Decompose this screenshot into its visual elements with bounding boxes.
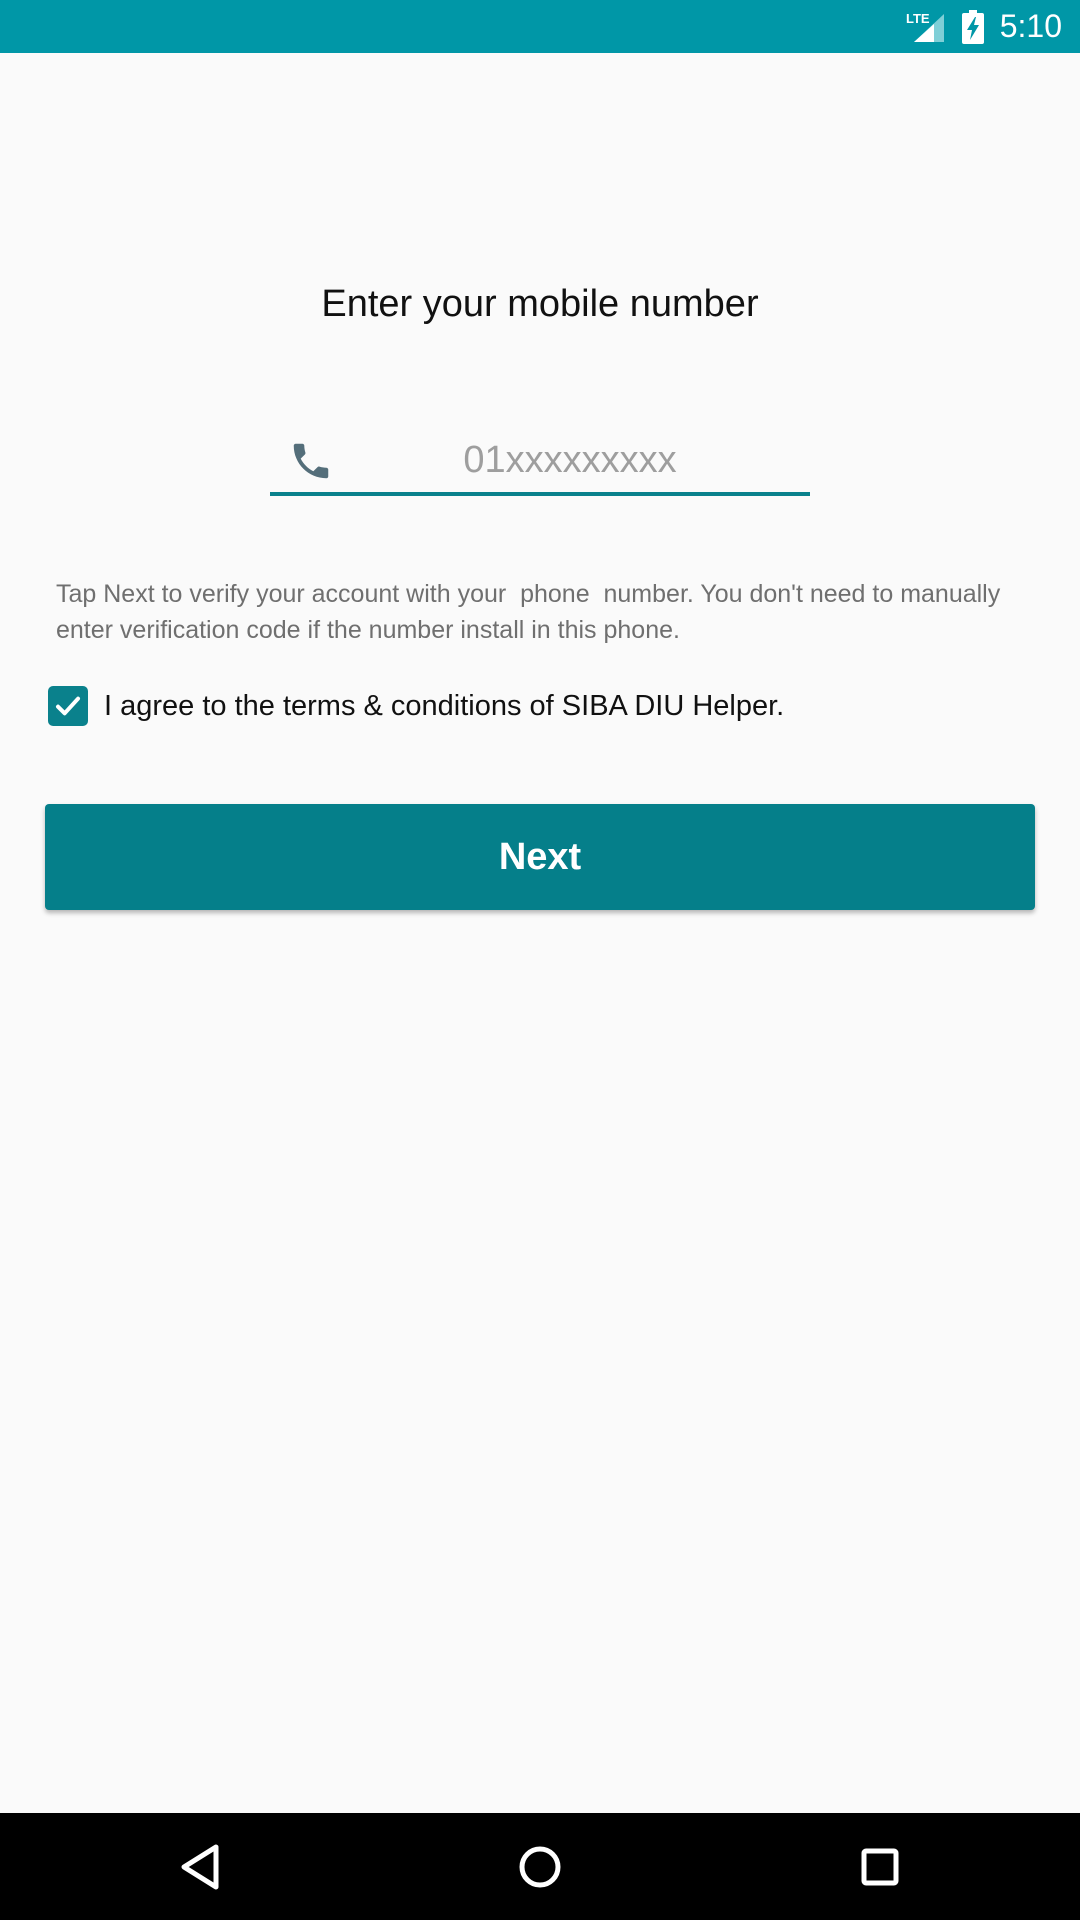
terms-label[interactable]: I agree to the terms & conditions of SIB… [104, 690, 784, 723]
check-icon [56, 696, 80, 716]
back-icon[interactable] [172, 1837, 232, 1897]
phone-icon [293, 443, 329, 479]
home-icon[interactable] [510, 1837, 570, 1897]
lte-label: LTE [906, 11, 930, 26]
status-bar: LTE 5:10 [0, 0, 1080, 53]
phone-field[interactable] [270, 428, 810, 496]
verification-info-text: Tap Next to verify your account with you… [56, 580, 1008, 644]
terms-row[interactable]: I agree to the terms & conditions of SIB… [48, 686, 784, 726]
battery-charging-icon [962, 10, 984, 44]
phone-verification-screen: LTE 5:10 Enter your mobile number Tap Ne… [0, 0, 1080, 1920]
next-button[interactable]: Next [45, 804, 1035, 910]
status-time: 5:10 [999, 8, 1062, 44]
lte-signal-icon: LTE [906, 11, 944, 42]
terms-checkbox[interactable] [48, 686, 88, 726]
phone-number-input[interactable] [350, 428, 790, 492]
navigation-bar [0, 1813, 1080, 1920]
recents-icon[interactable] [850, 1837, 910, 1897]
page-title: Enter your mobile number [321, 283, 759, 325]
